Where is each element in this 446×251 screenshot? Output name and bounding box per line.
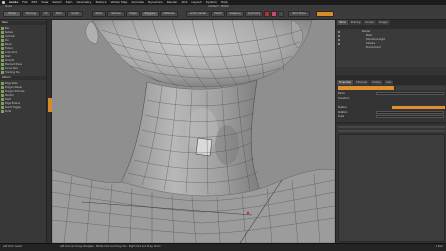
tab-display[interactable]: Display <box>370 80 383 85</box>
panel-divider-2 <box>336 122 446 124</box>
property-list-row <box>338 130 445 132</box>
toolbar-edges-button[interactable]: Edges <box>126 11 140 17</box>
visibility-icon[interactable] <box>338 31 340 33</box>
visibility-icon[interactable] <box>338 39 340 41</box>
throat-shadow <box>215 125 239 165</box>
toolbar-symmetry-button[interactable]: Symmetry <box>245 11 263 17</box>
tracking-icon <box>1 70 4 74</box>
render-icon[interactable] <box>271 11 277 17</box>
visibility-icon[interactable] <box>338 43 340 45</box>
item-render[interactable]: Render <box>362 30 370 33</box>
status-bar: Left Click: Select Left Click and Drag: … <box>0 243 446 251</box>
layout-dropdown[interactable] <box>316 11 334 17</box>
properties-tabs: Properties Channels Display Lists <box>336 80 446 85</box>
tab-properties[interactable]: Properties <box>337 80 354 85</box>
toolbar-work-plane-button[interactable]: Work Plane <box>288 11 310 17</box>
main-toolbar: Model Topology UV Paint Sculpt Items Ver… <box>0 9 446 20</box>
prop-name-field[interactable] <box>376 92 444 95</box>
toolbar-vertices-button[interactable]: Vertices <box>107 11 125 17</box>
item-environment[interactable]: Environment <box>366 46 381 49</box>
toolbar-polygons-button[interactable]: Polygons <box>141 11 159 17</box>
item-directional-light[interactable]: Directional Light <box>366 38 385 41</box>
toolbar-materials-button[interactable]: Materials <box>160 11 178 17</box>
toolbar-sculpt-tab[interactable]: Sculpt <box>67 11 83 17</box>
prop-scale-field[interactable] <box>376 115 444 118</box>
toolbar-falloff-button[interactable]: Falloff <box>211 11 225 17</box>
tool-tracking[interactable]: Tracking Tool <box>1 70 45 74</box>
prop-position-label: Position <box>338 106 347 109</box>
prop-rotation-field[interactable] <box>376 111 444 114</box>
tab-lists[interactable]: Lists <box>383 80 394 85</box>
status-left: Left Click: Select <box>3 245 23 248</box>
tool-panel-section-deform: Deform <box>0 76 46 80</box>
tool-panel-header: Basic <box>0 21 46 25</box>
toolbar-model-tab[interactable]: Model <box>3 11 21 17</box>
property-header-field[interactable] <box>396 86 445 90</box>
pivot-point[interactable] <box>246 211 250 215</box>
prop-scale-label: Scale <box>338 115 345 118</box>
property-active-field[interactable] <box>392 106 445 109</box>
tool-panel: Basic Box Sphere Cylinder Pen Bevel Exte… <box>0 20 47 243</box>
toolbar-snapping-button[interactable]: Snapping <box>226 11 244 17</box>
toolbar-topology-tab[interactable]: Topology <box>22 11 40 17</box>
prop-transform-label: Transform <box>338 97 350 100</box>
item-camera[interactable]: Camera <box>366 42 375 45</box>
item-mesh[interactable]: Mesh <box>366 34 372 37</box>
record-icon[interactable] <box>264 11 270 17</box>
status-hint: Left Click and Drag: Navigate · Middle C… <box>60 245 161 248</box>
3d-viewport[interactable] <box>52 20 335 243</box>
status-right: 1 Item <box>435 245 443 248</box>
side-tab-active[interactable] <box>47 98 52 112</box>
property-header-bar[interactable] <box>338 86 394 90</box>
knife-icon <box>1 109 4 113</box>
visibility-icon[interactable] <box>338 35 340 37</box>
toolbar-items-button[interactable]: Items <box>92 11 106 17</box>
viewport-canvas[interactable] <box>52 20 335 243</box>
right-panel: Items Shading Groups Images Render Mesh … <box>335 20 446 243</box>
tab-channels[interactable]: Channels <box>354 80 370 85</box>
prop-rotation-label: Rotation <box>338 111 348 114</box>
apple-icon[interactable] <box>2 1 5 4</box>
toolbar-action-center-button[interactable]: Action Center <box>186 11 210 17</box>
tool-knife[interactable]: Knife <box>1 109 45 113</box>
item-list[interactable]: Render Mesh Directional Light Camera Env… <box>336 29 446 67</box>
property-list-area[interactable] <box>338 134 445 242</box>
mesh-hole <box>195 137 213 157</box>
property-list-row <box>338 126 445 128</box>
toolbar-paint-tab[interactable]: Paint <box>52 11 66 17</box>
prop-name-label: Name <box>338 92 345 95</box>
camera-icon[interactable] <box>278 11 284 17</box>
toolbar-uv-tab[interactable]: UV <box>41 11 51 17</box>
